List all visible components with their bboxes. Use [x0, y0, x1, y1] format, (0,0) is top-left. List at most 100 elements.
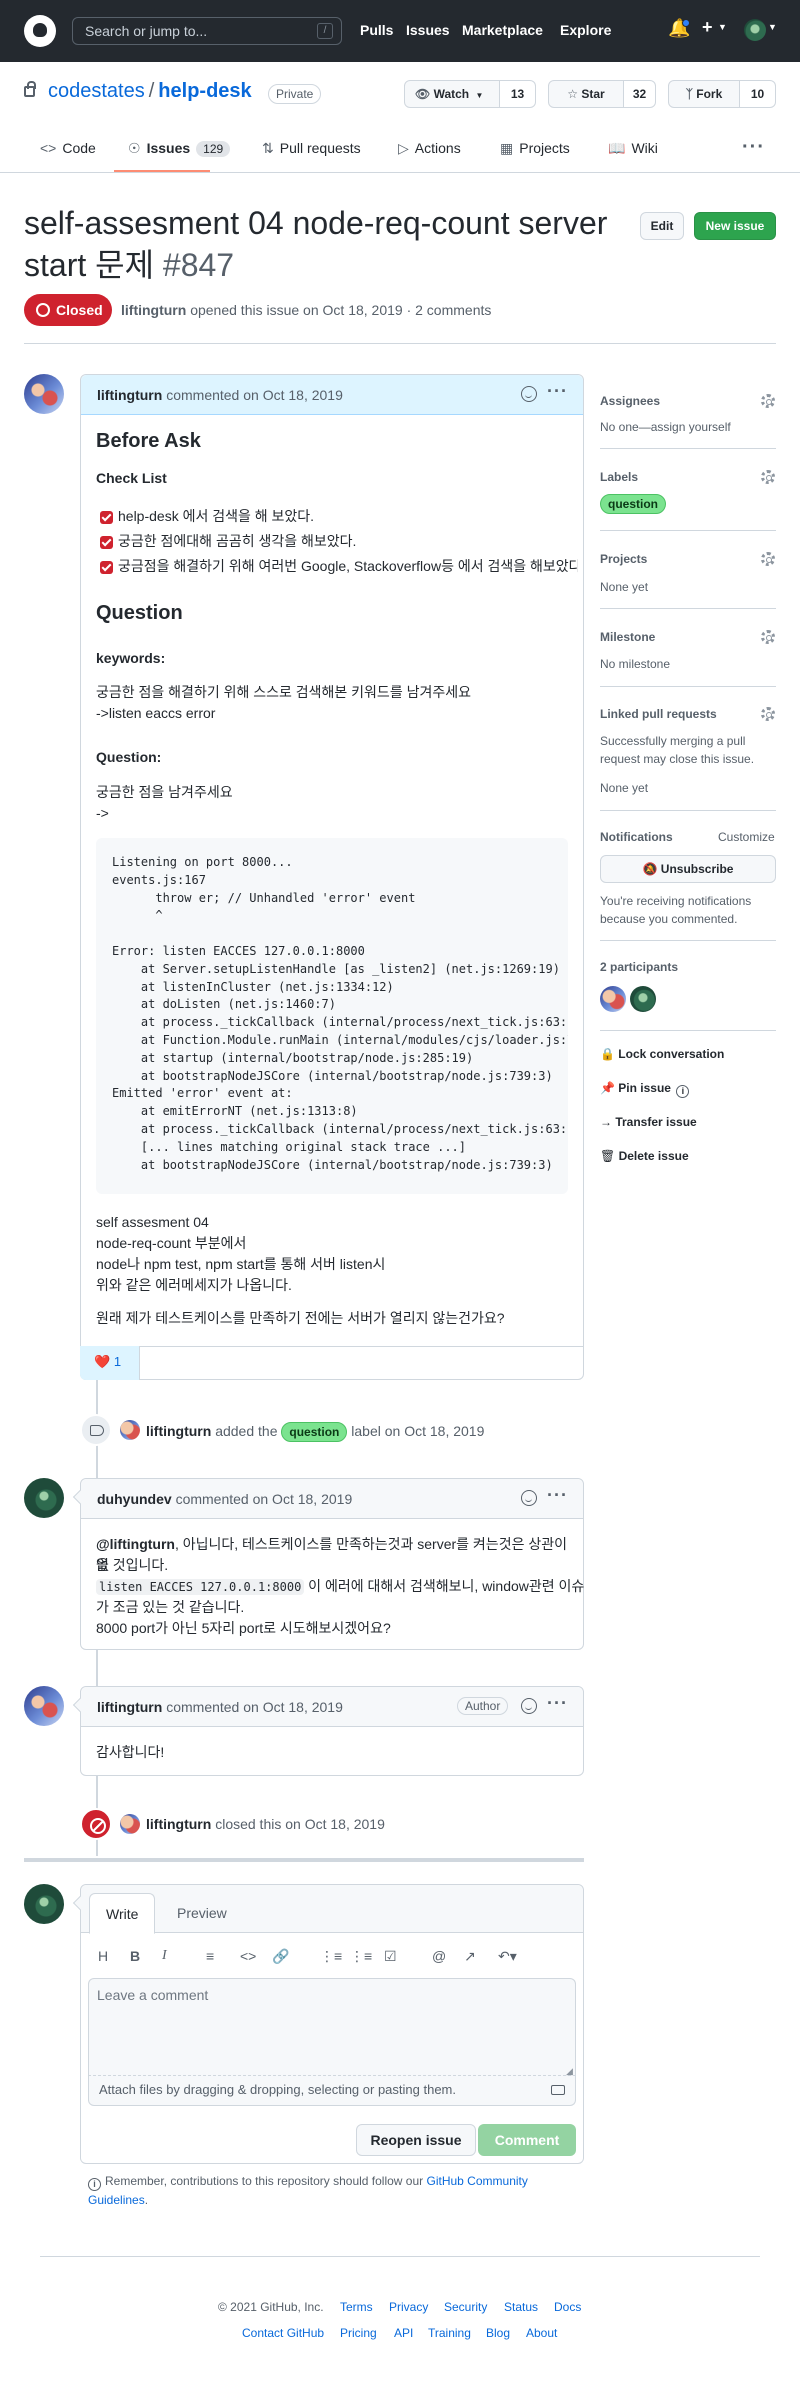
repo-name-link[interactable]: help-desk	[158, 80, 251, 102]
footer-link-contact[interactable]: Contact GitHub	[242, 2326, 324, 2340]
footer-link-privacy[interactable]: Privacy	[389, 2300, 428, 2314]
gear-icon[interactable]	[761, 630, 775, 644]
avatar[interactable]	[120, 1420, 140, 1440]
assignees-title[interactable]: Assignees	[600, 394, 660, 408]
delete-issue-action[interactable]: 🗑 Delete issue	[600, 1149, 689, 1163]
tab-projects[interactable]: ▦ Projects	[500, 140, 570, 157]
footer-link-pricing[interactable]: Pricing	[340, 2326, 377, 2340]
unsubscribe-button[interactable]: 🔕 Unsubscribe	[600, 855, 776, 883]
task-list-icon[interactable]: ☑	[384, 1948, 397, 1965]
search-input[interactable]: Search or jump to... /	[72, 17, 342, 45]
info-icon[interactable]: i	[676, 1085, 690, 1098]
kebab-menu-icon[interactable]: ···	[547, 381, 568, 402]
issue-author-link[interactable]: liftingturn	[121, 302, 186, 318]
code-icon[interactable]: <>	[240, 1948, 256, 1964]
kebab-menu-icon[interactable]: ···	[547, 1693, 568, 1714]
comment-timestamp[interactable]: commented on Oct 18, 2019	[166, 387, 343, 403]
pin-issue-action[interactable]: 📌 Pin issue i	[600, 1081, 693, 1098]
gear-icon[interactable]	[761, 552, 775, 566]
reply-icon[interactable]: ↶▾	[498, 1948, 517, 1965]
avatar[interactable]	[24, 374, 64, 414]
milestone-title[interactable]: Milestone	[600, 630, 655, 644]
caret-down-icon[interactable]: ▼	[718, 22, 727, 32]
more-tabs-icon[interactable]: ···	[742, 136, 765, 159]
watch-count[interactable]: 13	[500, 80, 536, 108]
star-button[interactable]: ☆ Star	[548, 80, 624, 108]
tab-code[interactable]: <> Code	[40, 140, 96, 156]
footer-link-training[interactable]: Training	[428, 2326, 471, 2340]
participant-avatar[interactable]	[600, 986, 626, 1012]
gear-icon[interactable]	[761, 394, 775, 408]
transfer-issue-action[interactable]: → Transfer issue	[600, 1115, 697, 1129]
heart-reaction[interactable]: ❤️ 1	[80, 1346, 140, 1380]
mention-icon[interactable]: @	[432, 1948, 446, 1964]
footer-link-api[interactable]: API	[394, 2326, 413, 2340]
repo-owner-link[interactable]: codestates	[48, 80, 145, 102]
assignees-value[interactable]: No one—assign yourself	[600, 418, 731, 436]
tab-wiki[interactable]: 📖 Wiki	[608, 140, 658, 157]
footer-link-docs[interactable]: Docs	[554, 2300, 581, 2314]
avatar[interactable]	[24, 1686, 64, 1726]
nav-pulls[interactable]: Pulls	[360, 22, 393, 38]
comment-textarea[interactable]: Leave a comment	[88, 1978, 576, 2076]
edit-button[interactable]: Edit	[640, 212, 684, 240]
footer-link-blog[interactable]: Blog	[486, 2326, 510, 2340]
unordered-list-icon[interactable]: ⋮≡	[320, 1948, 342, 1965]
user-avatar[interactable]	[744, 19, 766, 41]
linked-pull-requests-title[interactable]: Linked pull requests	[600, 707, 717, 721]
reopen-issue-button[interactable]: Reopen issue	[356, 2124, 476, 2156]
add-reaction-icon[interactable]	[521, 386, 537, 402]
customize-link[interactable]: Customize	[718, 830, 775, 844]
nav-explore[interactable]: Explore	[560, 22, 611, 38]
labels-title[interactable]: Labels	[600, 470, 638, 484]
add-reaction-icon[interactable]	[521, 1698, 537, 1714]
plus-icon[interactable]: +	[702, 17, 713, 38]
add-reaction-icon[interactable]	[521, 1490, 537, 1506]
kebab-menu-icon[interactable]: ···	[547, 1485, 568, 1506]
comment-author-link[interactable]: liftingturn	[97, 387, 162, 403]
link-icon[interactable]: 🔗	[272, 1948, 289, 1965]
avatar[interactable]	[120, 1814, 140, 1834]
tab-pull-requests[interactable]: ⇅ Pull requests	[262, 140, 361, 157]
github-logo-icon[interactable]	[24, 15, 56, 47]
caret-down-icon[interactable]: ▼	[768, 22, 777, 32]
italic-icon[interactable]: I	[162, 1948, 167, 1964]
projects-title[interactable]: Projects	[600, 552, 647, 566]
comment-submit-button[interactable]: Comment	[478, 2124, 576, 2156]
event-actor-link[interactable]: liftingturn	[146, 1423, 211, 1439]
community-guidelines-link[interactable]: GitHub Community	[427, 2174, 528, 2188]
comment-author-link[interactable]: duhyundev	[97, 1491, 172, 1507]
gear-icon[interactable]	[761, 470, 775, 484]
bold-icon[interactable]: B	[130, 1948, 140, 1964]
tab-preview[interactable]: Preview	[161, 1893, 243, 1934]
avatar[interactable]	[24, 1884, 64, 1924]
nav-issues[interactable]: Issues	[406, 22, 450, 38]
footer-link-terms[interactable]: Terms	[340, 2300, 373, 2314]
footer-link-about[interactable]: About	[526, 2326, 557, 2340]
comment-timestamp[interactable]: commented on Oct 18, 2019	[166, 1699, 343, 1715]
avatar[interactable]	[24, 1478, 64, 1518]
heading-icon[interactable]: H	[98, 1948, 108, 1964]
footer-link-security[interactable]: Security	[444, 2300, 487, 2314]
participant-avatar[interactable]	[630, 986, 656, 1012]
label-question-badge[interactable]: question	[600, 494, 666, 514]
event-actor-link[interactable]: liftingturn	[146, 1816, 211, 1832]
nav-marketplace[interactable]: Marketplace	[462, 22, 543, 38]
label-question-badge[interactable]: question	[281, 1422, 348, 1442]
quote-icon[interactable]: ≡	[206, 1948, 214, 1964]
new-issue-button[interactable]: New issue	[694, 212, 776, 240]
fork-button[interactable]: ᛉ Fork	[668, 80, 740, 108]
tab-write[interactable]: Write	[89, 1893, 156, 1934]
user-mention[interactable]: @liftingturn	[96, 1536, 175, 1552]
tab-actions[interactable]: ▷ Actions	[398, 140, 461, 157]
attach-files-bar[interactable]: Attach files by dragging & dropping, sel…	[88, 2076, 576, 2106]
gear-icon[interactable]	[761, 707, 775, 721]
cross-reference-icon[interactable]: ↗	[464, 1948, 476, 1965]
comment-author-link[interactable]: liftingturn	[97, 1699, 162, 1715]
markdown-icon[interactable]	[551, 2085, 565, 2095]
ordered-list-icon[interactable]: ⋮≡	[350, 1948, 372, 1965]
tab-issues[interactable]: ☉ Issues 129	[128, 140, 231, 157]
star-count[interactable]: 32	[624, 80, 656, 108]
lock-conversation-action[interactable]: 🔒 Lock conversation	[600, 1047, 724, 1061]
community-guidelines-link[interactable]: Guidelines	[88, 2193, 145, 2207]
